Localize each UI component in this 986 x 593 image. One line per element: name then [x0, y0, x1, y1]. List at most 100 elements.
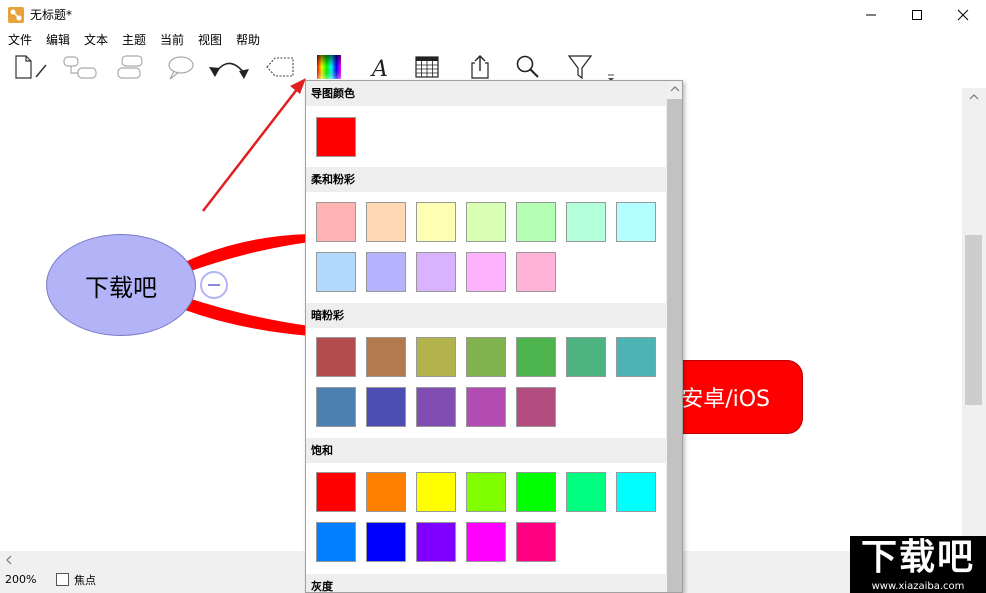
watermark-url: www.xiazaiba.com: [850, 580, 986, 593]
color-swatch-soft-pastel[interactable]: [616, 202, 656, 242]
close-button[interactable]: [940, 0, 986, 30]
color-swatch-saturated[interactable]: [316, 522, 356, 562]
color-swatch-soft-pastel[interactable]: [316, 202, 356, 242]
color-swatch-soft-pastel[interactable]: [416, 202, 456, 242]
child-topic-label: 安卓/iOS: [681, 387, 770, 412]
color-swatch-saturated[interactable]: [416, 522, 456, 562]
color-swatch-dark-pastel[interactable]: [416, 387, 456, 427]
menu-topic[interactable]: 主题: [122, 32, 146, 48]
popup-scroll-thumb[interactable]: [667, 99, 682, 592]
color-swatch-saturated[interactable]: [516, 522, 556, 562]
section-header-grayscale: 灰度: [306, 574, 666, 592]
popup-scrollbar[interactable]: [666, 81, 682, 592]
color-swatch-saturated[interactable]: [466, 472, 506, 512]
search-icon: [516, 55, 539, 78]
color-swatch-soft-pastel[interactable]: [516, 202, 556, 242]
color-swatch-saturated[interactable]: [566, 472, 606, 512]
toolbar-overflow-button[interactable]: [604, 50, 618, 84]
color-swatch-soft-pastel[interactable]: [466, 252, 506, 292]
color-palette-icon: [317, 55, 341, 79]
color-swatch-soft-pastel[interactable]: [316, 252, 356, 292]
section-header-saturated: 饱和: [306, 438, 666, 463]
color-swatch-dark-pastel[interactable]: [316, 337, 356, 377]
color-swatch-saturated[interactable]: [466, 522, 506, 562]
color-swatch-soft-pastel[interactable]: [416, 252, 456, 292]
share-icon: [471, 55, 489, 79]
color-swatch-dark-pastel[interactable]: [316, 387, 356, 427]
minimize-button[interactable]: [848, 0, 894, 30]
color-swatch-soft-pastel[interactable]: [366, 252, 406, 292]
menu-view[interactable]: 视图: [198, 32, 222, 48]
color-swatch-saturated[interactable]: [366, 522, 406, 562]
color-swatch-dark-pastel[interactable]: [466, 337, 506, 377]
central-topic-label: 下载吧: [85, 273, 157, 302]
maximize-icon: [912, 10, 922, 20]
add-subtopic-icon: [63, 56, 97, 79]
font-button[interactable]: A: [362, 50, 396, 84]
color-swatch-dark-pastel[interactable]: [366, 387, 406, 427]
focus-label: 焦点: [74, 574, 96, 587]
relationship-button[interactable]: [205, 50, 253, 84]
callout-icon: [168, 56, 194, 80]
relationship-arrow-icon: [209, 62, 249, 79]
add-sibling-icon: [117, 55, 143, 79]
central-topic-node[interactable]: 下载吧: [46, 234, 196, 336]
app-icon: [8, 7, 24, 23]
new-document-button[interactable]: [10, 50, 50, 84]
watermark-logo: 下载吧: [850, 536, 986, 580]
new-document-icon: [15, 55, 47, 79]
scroll-left-icon[interactable]: [3, 554, 15, 566]
color-swatch-dark-pastel[interactable]: [616, 337, 656, 377]
filter-icon: [567, 55, 593, 80]
popup-scroll-up-icon[interactable]: [670, 84, 680, 94]
color-swatch-soft-pastel[interactable]: [366, 202, 406, 242]
watermark: 下载吧 www.xiazaiba.com: [850, 536, 986, 593]
window-title: 无标题*: [30, 8, 73, 22]
color-swatch-dark-pastel[interactable]: [516, 337, 556, 377]
add-subtopic-button[interactable]: [58, 50, 102, 84]
vertical-scroll-thumb[interactable]: [965, 235, 982, 405]
menu-file[interactable]: 文件: [8, 32, 32, 48]
close-icon: [957, 9, 969, 21]
overflow-icon: [608, 74, 614, 81]
vertical-scrollbar[interactable]: [962, 88, 986, 551]
color-swatch-dark-pastel[interactable]: [466, 387, 506, 427]
maximize-button[interactable]: [894, 0, 940, 30]
menu-help[interactable]: 帮助: [236, 32, 260, 48]
color-swatch-saturated[interactable]: [316, 472, 356, 512]
svg-text:A: A: [370, 57, 388, 81]
section-header-soft-pastel: 柔和粉彩: [306, 167, 666, 192]
search-button[interactable]: [510, 50, 544, 84]
zoom-level[interactable]: 200%: [5, 573, 36, 586]
color-swatch-saturated[interactable]: [416, 472, 456, 512]
color-swatch-saturated[interactable]: [616, 472, 656, 512]
color-palette-popup: 导图颜色 柔和粉彩 暗粉彩 饱和 灰度: [305, 80, 683, 593]
color-swatch-dark-pastel[interactable]: [516, 387, 556, 427]
color-swatch-dark-pastel[interactable]: [416, 337, 456, 377]
menu-edit[interactable]: 编辑: [46, 32, 70, 48]
color-swatch-saturated[interactable]: [516, 472, 556, 512]
color-palette-button[interactable]: [312, 50, 346, 84]
callout-button[interactable]: [160, 50, 198, 84]
color-swatch-soft-pastel[interactable]: [516, 252, 556, 292]
add-sibling-button[interactable]: [110, 50, 150, 84]
scroll-up-icon[interactable]: [968, 92, 980, 102]
calendar-button[interactable]: [410, 50, 444, 84]
font-icon: A: [370, 57, 388, 81]
menu-bar: 文件 编辑 文本 主题 当前 视图 帮助: [0, 30, 986, 50]
section-header-map-colors: 导图颜色: [306, 81, 666, 106]
color-swatch-saturated[interactable]: [366, 472, 406, 512]
share-button[interactable]: [463, 50, 497, 84]
menu-text[interactable]: 文本: [84, 32, 108, 48]
title-bar: 无标题*: [0, 0, 986, 30]
collapse-toggle-button[interactable]: [200, 271, 228, 299]
color-swatch-dark-pastel[interactable]: [366, 337, 406, 377]
color-swatch-dark-pastel[interactable]: [566, 337, 606, 377]
color-swatch-soft-pastel[interactable]: [566, 202, 606, 242]
color-swatch-map-colors[interactable]: [316, 117, 356, 157]
color-swatch-soft-pastel[interactable]: [466, 202, 506, 242]
focus-checkbox[interactable]: [56, 573, 69, 586]
menu-current[interactable]: 当前: [160, 32, 184, 48]
filter-button[interactable]: [563, 50, 597, 84]
boundary-button[interactable]: [262, 50, 298, 84]
